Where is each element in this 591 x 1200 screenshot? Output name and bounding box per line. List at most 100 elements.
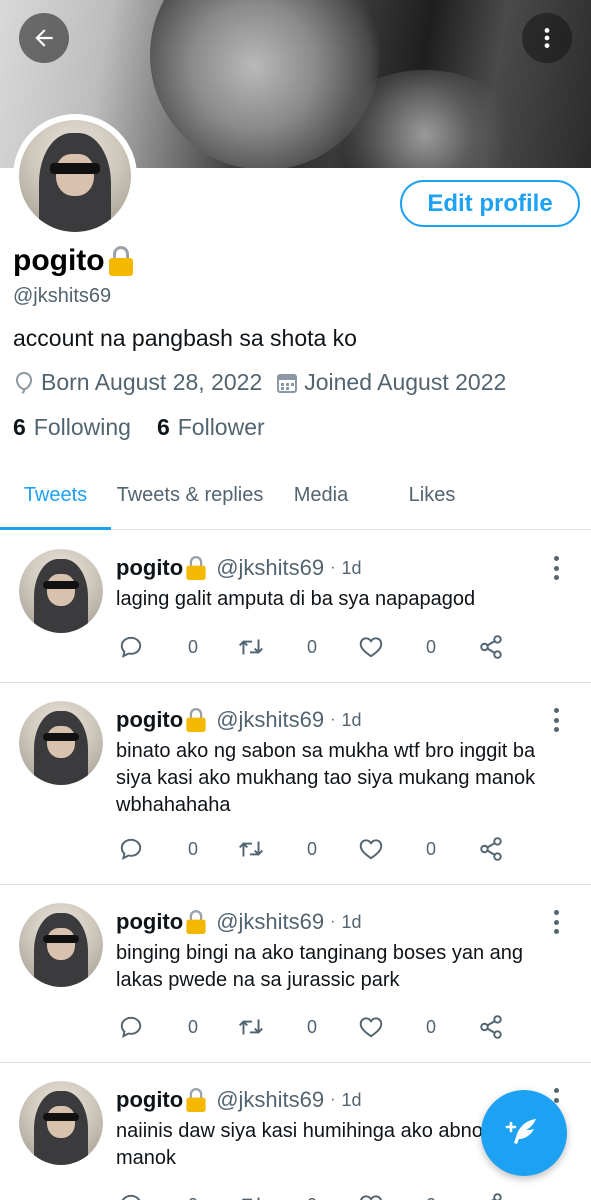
following-link[interactable]: 6 Following (13, 414, 131, 441)
like-button[interactable]: 0 (358, 1190, 436, 1200)
tweet-author-name: pogito (116, 707, 184, 732)
tweet-time: 1d (341, 911, 362, 932)
profile-name-row: pogito (13, 244, 133, 278)
tweet-time: 1d (341, 709, 362, 730)
tweet-actions: 0 0 0 (116, 834, 516, 864)
tweet-actions: 0 0 0 (116, 1190, 516, 1200)
tweet-avatar[interactable] (19, 549, 103, 633)
share-button[interactable] (478, 834, 504, 864)
share-button[interactable] (478, 1012, 504, 1042)
tweet-author-name: pogito (116, 909, 184, 934)
retweet-button[interactable]: 0 (237, 632, 317, 662)
join-date: Joined August 2022 (304, 369, 507, 395)
reply-count: 0 (188, 1016, 199, 1037)
tab-likes[interactable]: Likes (373, 462, 491, 529)
retweet-icon (239, 841, 263, 857)
tweet-author-handle: @jkshits69 (216, 1087, 325, 1112)
retweet-count: 0 (307, 1016, 318, 1037)
lock-icon (186, 556, 206, 580)
birth-date: Born August 28, 2022 (41, 369, 263, 395)
profile-meta: Born August 28, 2022 Joined August 2022 (13, 369, 520, 396)
retweet-icon (239, 1019, 263, 1035)
like-count: 0 (426, 838, 437, 859)
reply-icon (120, 636, 142, 659)
followers-link[interactable]: 6 Follower (157, 414, 265, 441)
tweet-avatar[interactable] (19, 903, 103, 987)
tweet-more-button[interactable] (546, 908, 566, 936)
tweet-more-button[interactable] (546, 554, 566, 582)
tweet[interactable]: pogito @jkshits69 · 1d laging galit amputa d… (0, 531, 591, 683)
more-vertical-icon (544, 28, 550, 48)
tweet-author-name: pogito (116, 1087, 184, 1112)
retweet-icon (241, 1197, 260, 1200)
reply-button[interactable]: 0 (118, 834, 198, 864)
tweet[interactable]: pogito @jkshits69 · 1d binato ako ng sabon s… (0, 683, 591, 885)
reply-button[interactable]: 0 (118, 1190, 198, 1200)
reply-icon (121, 1194, 141, 1200)
balloon-icon (15, 371, 33, 394)
display-name: pogito (13, 244, 105, 277)
like-count: 0 (426, 1016, 437, 1037)
heart-icon (359, 637, 383, 658)
retweet-button[interactable]: 0 (237, 834, 317, 864)
tweet-author-handle: @jkshits69 (216, 555, 325, 580)
tab-media[interactable]: Media (269, 462, 373, 529)
tweet-text: laging galit amputa di ba sya napapagod (116, 588, 476, 610)
retweet-count: 0 (307, 838, 318, 859)
like-button[interactable]: 0 (358, 632, 436, 662)
tweet-text: binging bingi na ako tanginang boses yan… (116, 942, 523, 991)
arrow-left-icon (35, 29, 53, 47)
tweet-more-button[interactable] (546, 706, 566, 734)
compose-tweet-button[interactable] (481, 1090, 567, 1176)
share-button[interactable] (478, 1190, 504, 1200)
retweet-button[interactable]: 0 (237, 1012, 317, 1042)
lock-icon (186, 910, 206, 934)
tab-tweets-replies[interactable]: Tweets & replies (111, 462, 269, 529)
lock-icon (186, 708, 206, 732)
share-icon (491, 1193, 502, 1200)
reply-icon (120, 1016, 142, 1039)
lock-icon (186, 1088, 206, 1112)
heart-icon (359, 1017, 383, 1038)
calendar-icon (277, 373, 298, 393)
tweet-header: pogito @jkshits69 · 1d (116, 909, 362, 934)
like-button[interactable]: 0 (358, 834, 436, 864)
tweet-header: pogito @jkshits69 · 1d (116, 707, 362, 732)
retweet-button[interactable]: 0 (237, 1190, 317, 1200)
tweet-avatar[interactable] (19, 1081, 103, 1165)
edit-profile-button[interactable]: Edit profile (400, 180, 580, 227)
tweet-avatar[interactable] (19, 701, 103, 785)
profile-avatar[interactable] (13, 114, 137, 238)
tweet-author-handle: @jkshits69 (216, 707, 325, 732)
profile-bio: account na pangbash sa shota ko (13, 325, 357, 351)
profile-tabs: Tweets Tweets & replies Media Likes (0, 462, 591, 530)
reply-icon (120, 838, 142, 861)
reply-count: 0 (188, 1195, 198, 1200)
retweet-count: 0 (307, 636, 318, 657)
like-count: 0 (426, 636, 437, 657)
share-icon (480, 837, 502, 861)
reply-button[interactable]: 0 (118, 1012, 198, 1042)
share-icon (480, 635, 502, 659)
reply-count: 0 (188, 636, 199, 657)
share-button[interactable] (478, 632, 504, 662)
tweet-author-handle: @jkshits69 (216, 909, 325, 934)
reply-count: 0 (188, 838, 199, 859)
tweet-header: pogito @jkshits69 · 1d (116, 555, 362, 580)
like-count: 0 (426, 1195, 436, 1200)
reply-button[interactable]: 0 (118, 632, 198, 662)
more-options-button[interactable] (522, 13, 572, 63)
tweet-actions: 0 0 0 (116, 632, 516, 662)
tweet-time: 1d (341, 557, 362, 578)
like-button[interactable]: 0 (358, 1012, 436, 1042)
tab-tweets[interactable]: Tweets (0, 462, 111, 530)
tweet-actions: 0 0 0 (116, 1012, 516, 1042)
profile-handle: @jkshits69 (13, 285, 112, 307)
retweet-count: 0 (307, 1195, 317, 1200)
heart-icon (360, 1195, 382, 1200)
follow-stats: 6 Following 6 Follower (13, 414, 291, 441)
back-button[interactable] (19, 13, 69, 63)
tweet-time: 1d (341, 1089, 362, 1110)
tweet-header: pogito @jkshits69 · 1d (116, 1087, 362, 1112)
tweet[interactable]: pogito @jkshits69 · 1d binging bingi na ako … (0, 885, 591, 1063)
